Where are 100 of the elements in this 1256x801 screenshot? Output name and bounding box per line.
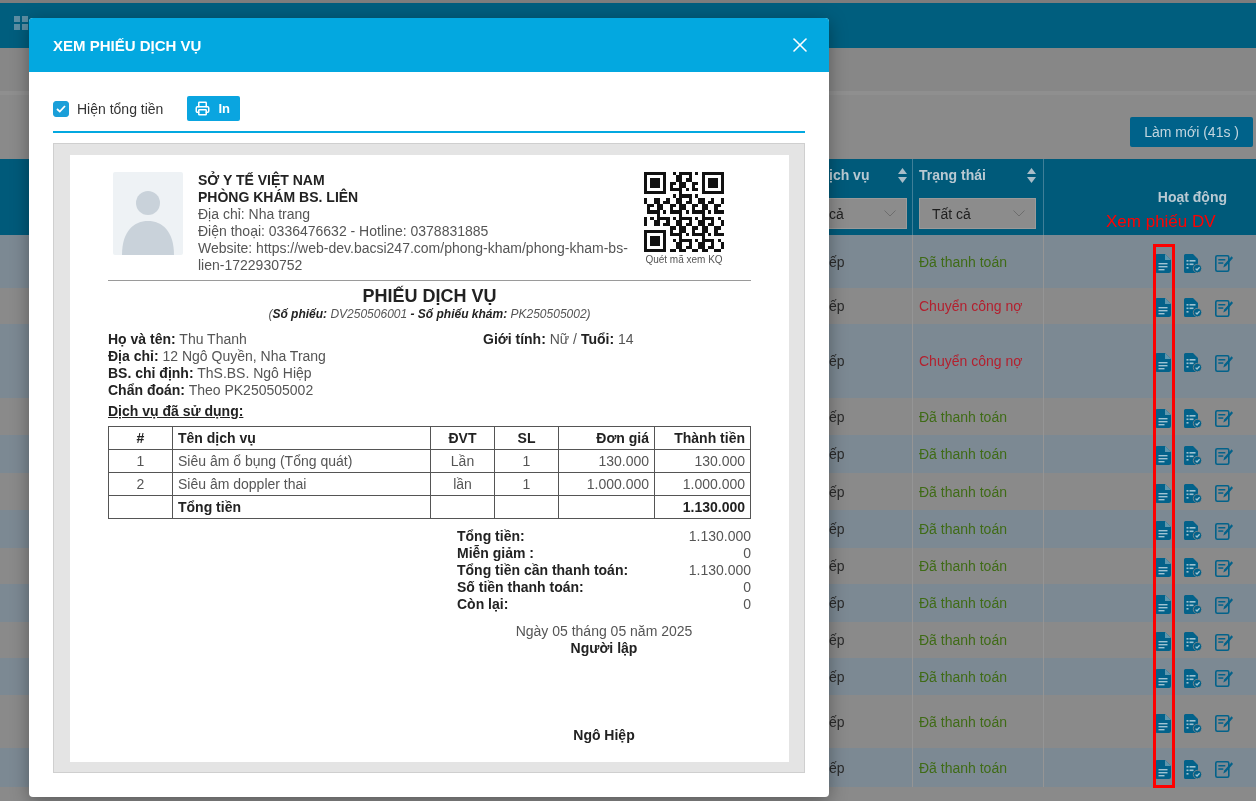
filter-select[interactable]: cả: [829, 198, 907, 229]
edit-icon[interactable]: [1215, 298, 1233, 317]
modal-title: XEM PHIẾU DỊCH VỤ: [53, 36, 202, 54]
document-check-icon[interactable]: [1184, 298, 1202, 317]
status-text: Đã thanh toán: [919, 595, 1007, 611]
diagnosis: Chẩn đoán: Theo PK250505002: [108, 382, 315, 399]
table-cell: 130.000: [558, 449, 655, 473]
filter-select[interactable]: Tất cả: [919, 198, 1036, 229]
table-cell: Siêu âm doppler thai: [172, 472, 431, 496]
section-heading: Dịch vụ đã sử dụng:: [108, 403, 244, 420]
edit-icon[interactable]: [1215, 760, 1233, 778]
table-header-cell: #: [108, 426, 173, 450]
summary-label: Còn lại:: [457, 596, 510, 613]
document-check-icon[interactable]: [1184, 353, 1202, 372]
grid-icon[interactable]: [14, 15, 28, 30]
table-cell: ếp: [829, 595, 845, 611]
summary-label: Tổng tiền:: [457, 528, 526, 545]
table-cell: Lần: [430, 449, 495, 473]
table-cell: 1.130.000: [654, 495, 751, 519]
status-text: Đã thanh toán: [919, 558, 1007, 574]
qr-caption: Quét mã xem KQ: [645, 254, 723, 266]
document-check-icon[interactable]: [1184, 713, 1202, 733]
refresh-button[interactable]: Làm mới (41s ): [1130, 117, 1253, 147]
edit-icon[interactable]: [1215, 484, 1233, 502]
table-header-cell: ĐVT: [430, 426, 495, 450]
chevron-down-icon: [1013, 210, 1025, 217]
table-cell: ếp: [829, 353, 845, 369]
checkbox-label[interactable]: Hiện tổng tiền: [77, 100, 164, 117]
document-check-icon[interactable]: [1184, 408, 1202, 428]
annotation-label: Xem phiếu DV: [1106, 212, 1216, 232]
document-check-icon[interactable]: [1184, 632, 1202, 651]
check-icon: [56, 104, 66, 113]
document-check-icon[interactable]: [1184, 558, 1202, 577]
column-header: Hoạt động: [1157, 188, 1227, 206]
status-text: Đã thanh toán: [919, 632, 1007, 648]
document-check-icon[interactable]: [1184, 483, 1202, 503]
patient-gender-age: Giới tính: Nữ / Tuổi: 14: [483, 331, 635, 348]
signature-date: Ngày 05 tháng 05 năm 2025: [515, 623, 693, 640]
edit-icon[interactable]: [1215, 409, 1233, 427]
table-header-cell: SL: [494, 426, 559, 450]
document-check-icon[interactable]: [1184, 521, 1202, 540]
summary-value: 0: [742, 579, 751, 596]
sort-icon[interactable]: [898, 168, 907, 183]
edit-icon[interactable]: [1215, 254, 1233, 272]
table-header-cell: Thành tiền: [654, 426, 751, 450]
table-cell: ếp: [829, 446, 845, 462]
clinic-name: PHÒNG KHÁM BS. LIÊN: [198, 189, 360, 206]
status-text: Đã thanh toán: [919, 483, 1007, 500]
table-cell: ếp: [829, 558, 845, 574]
receipt-number: (Số phiếu: DV250506001 - Số phiếu khám: PK250505002): [267, 307, 592, 322]
document-check-icon[interactable]: [1184, 668, 1202, 688]
status-text: Chuyển công nợ: [919, 298, 1023, 314]
clinic-address: Địa chỉ: Nha trang: [198, 206, 312, 223]
table-cell: ếp: [829, 408, 845, 425]
status-text: Đã thanh toán: [919, 446, 1007, 462]
table-cell: ếp: [829, 483, 845, 500]
status-text: Đã thanh toán: [919, 713, 1007, 730]
signer-name: Ngô Hiệp: [573, 727, 635, 744]
edit-icon[interactable]: [1215, 669, 1233, 687]
table-cell: 130.000: [654, 449, 751, 473]
summary-value: 1.130.000: [688, 528, 751, 545]
edit-icon[interactable]: [1215, 595, 1233, 614]
column-header: Trạng thái: [919, 167, 986, 184]
signature-role: Người lập: [570, 640, 638, 657]
table-cell: ếp: [829, 298, 845, 314]
table-header-cell: Đơn giá: [558, 426, 655, 450]
table-cell: 1: [494, 472, 559, 496]
status-text: Đã thanh toán: [919, 668, 1007, 685]
clinic-department: SỞ Y TẾ VIỆT NAM: [198, 172, 326, 188]
document-check-icon[interactable]: [1184, 446, 1202, 465]
patient-name: Họ và tên: Thu Thanh: [108, 331, 248, 348]
edit-icon[interactable]: [1215, 446, 1233, 465]
chevron-down-icon: [884, 210, 896, 217]
summary-value: 0: [742, 545, 751, 562]
summary-label: Số tiền thanh toán:: [457, 579, 585, 596]
edit-icon[interactable]: [1215, 632, 1233, 651]
document-check-icon[interactable]: [1184, 759, 1202, 779]
checkbox[interactable]: [53, 100, 69, 117]
summary-value: 1.130.000: [688, 562, 751, 579]
table-cell: ếp: [829, 632, 845, 648]
status-text: Đã thanh toán: [919, 759, 1007, 776]
table-cell: 2: [108, 472, 173, 496]
edit-icon[interactable]: [1215, 521, 1233, 540]
summary-label: Tổng tiền cần thanh toán:: [457, 562, 630, 579]
table-cell: lần: [430, 472, 495, 496]
edit-icon[interactable]: [1215, 558, 1233, 577]
summary-value: 0: [742, 596, 751, 613]
table-cell: Siêu âm ổ bụng (Tổng quát): [172, 449, 431, 473]
table-header-cell: Tên dịch vụ: [172, 426, 431, 450]
print-button[interactable]: In: [187, 96, 240, 121]
edit-icon[interactable]: [1215, 353, 1233, 372]
document-check-icon[interactable]: [1184, 253, 1202, 273]
document-check-icon[interactable]: [1184, 595, 1202, 614]
table-cell: ếp: [829, 668, 845, 685]
status-text: Chuyển công nợ: [919, 353, 1023, 369]
sort-icon[interactable]: [1027, 168, 1036, 183]
receipt-title: PHIẾU DỊCH VỤ: [361, 285, 498, 307]
edit-icon[interactable]: [1215, 714, 1233, 732]
table-cell: Tổng tiền: [172, 495, 431, 519]
printer-icon: [195, 101, 211, 116]
